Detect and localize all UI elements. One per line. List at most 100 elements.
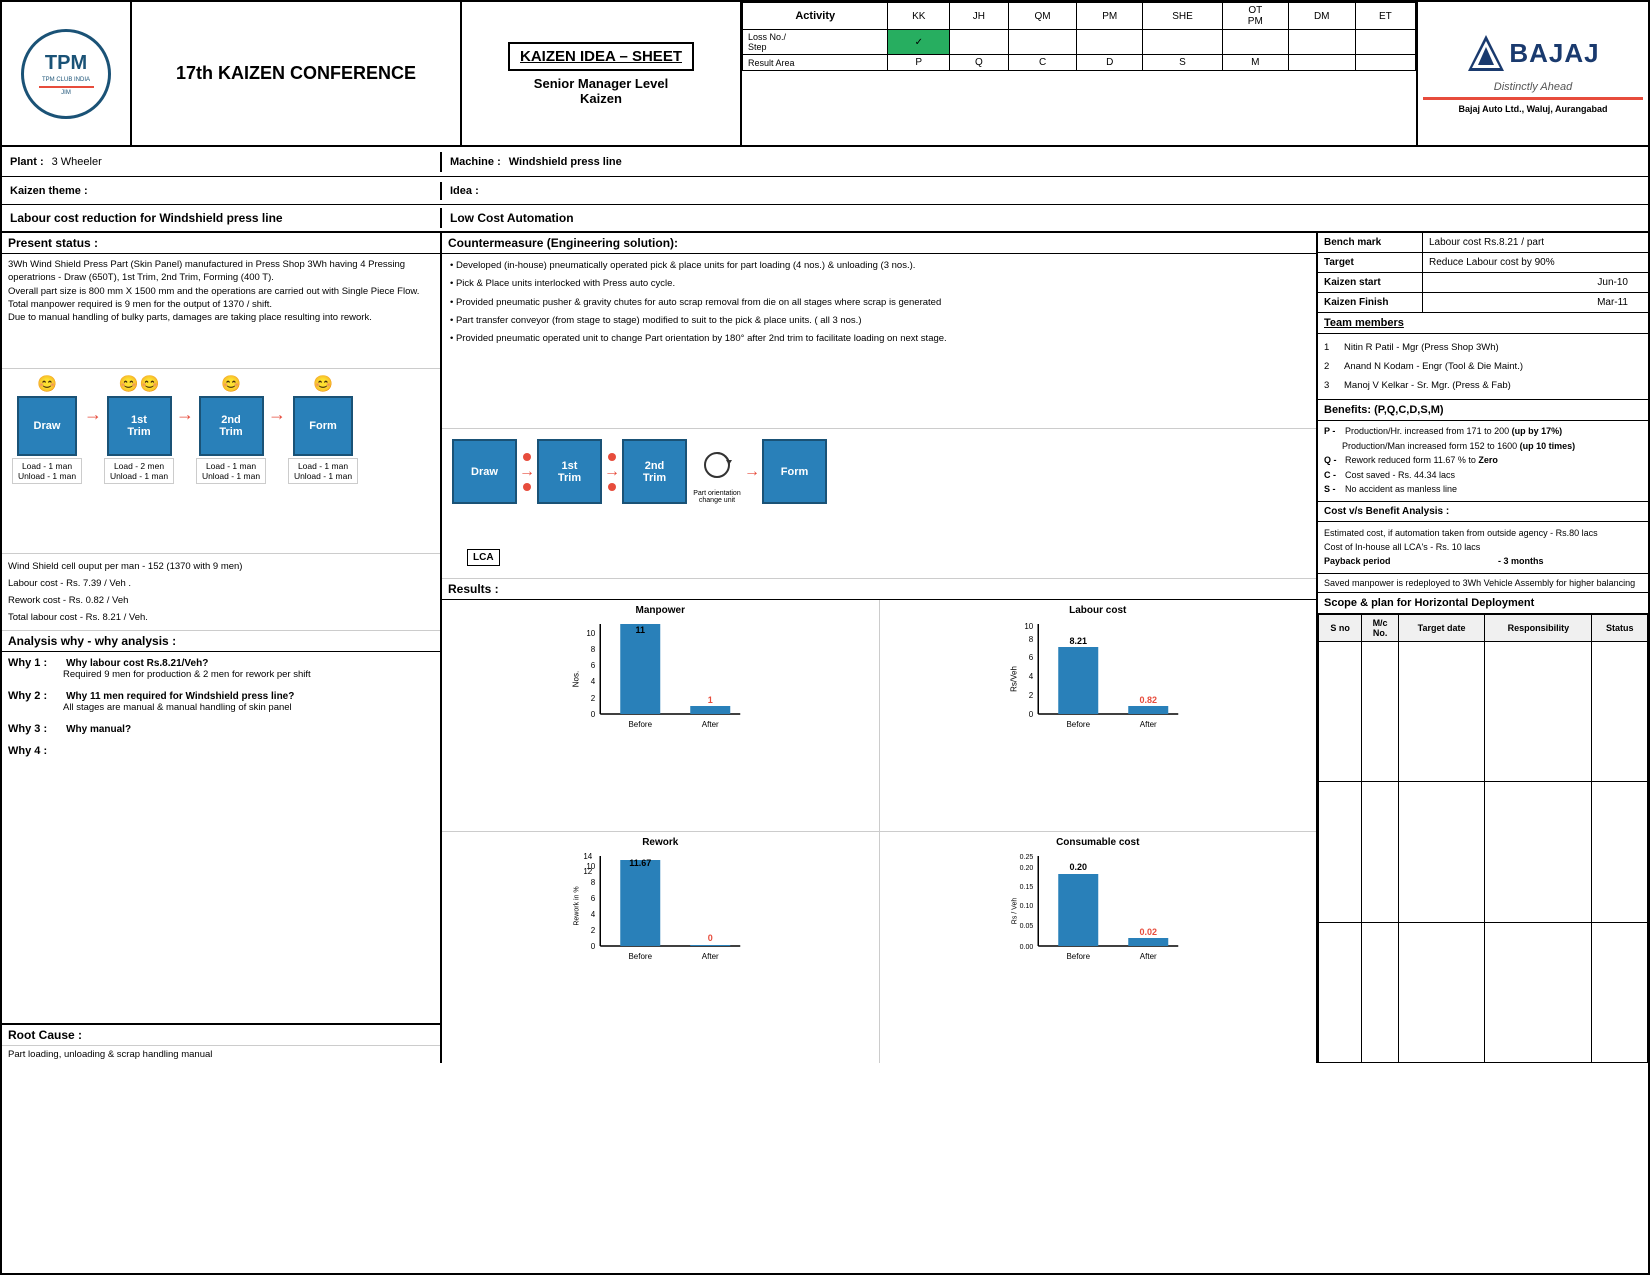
cost-analysis-content: Estimated cost, if automation taken from…: [1318, 522, 1648, 574]
svg-text:10: 10: [1024, 622, 1033, 631]
svg-text:4: 4: [1028, 672, 1033, 681]
benefit-s: S - No accident as manless line: [1324, 483, 1642, 497]
logo-circle: TPM TPM CLUB INDIA JIM: [21, 29, 111, 119]
svg-text:0: 0: [708, 933, 713, 943]
benefits-content: P - Production/Hr. increased from 171 to…: [1318, 421, 1648, 502]
y8: 8: [591, 645, 596, 654]
target-row: Target Reduce Labour cost by 90%: [1318, 253, 1648, 273]
flow-draw: 😊 Draw Load - 1 manUnload - 1 man: [12, 374, 82, 484]
scope-r3-target: [1398, 922, 1484, 1062]
machine-area: Machine : Windshield press line: [442, 152, 1648, 172]
benefit-c-letter: C -: [1324, 469, 1342, 483]
benefit-p-letter: P -: [1324, 425, 1342, 439]
mp-after-label: After: [702, 720, 719, 729]
team-members-list: 1 Nitin R Patil - Mgr (Press Shop 3Wh) 2…: [1318, 334, 1648, 400]
result-d: D: [1077, 55, 1143, 71]
theme-value: Labour cost reduction for Windshield pre…: [2, 208, 442, 228]
why2-a: All stages are manual & manual handling …: [63, 702, 434, 713]
left-section: Present status : 3Wh Wind Shield Press P…: [2, 233, 442, 1063]
charts-row1: Manpower 0 2 4 6 8 10 Nos.: [442, 600, 1316, 832]
svg-text:8.21: 8.21: [1069, 636, 1087, 646]
scope-row1: [1319, 641, 1648, 781]
team-header: Team members: [1318, 313, 1648, 334]
svg-text:8: 8: [591, 878, 596, 887]
after-form: Form: [762, 439, 827, 504]
machine-label: Machine :: [450, 156, 501, 168]
theme-content-row: Labour cost reduction for Windshield pre…: [2, 205, 1648, 233]
scope-r2-target: [1398, 782, 1484, 922]
after-flow: Draw → 1stTrim →: [442, 429, 1316, 579]
loss-dm: [1288, 30, 1355, 55]
flow-form: 😊 Form Load - 1 manUnload - 1 man: [288, 374, 358, 484]
result-p: P: [888, 55, 950, 71]
kaizen-start-row: Kaizen start Jun-10: [1318, 273, 1648, 293]
svg-text:0.00: 0.00: [1019, 944, 1033, 951]
why3: Why 3 : Why manual?: [8, 723, 434, 735]
svg-text:0.10: 0.10: [1019, 903, 1033, 910]
y6: 6: [591, 661, 596, 670]
bench-mark-row: Bench mark Labour cost Rs.8.21 / part: [1318, 233, 1648, 253]
svg-text:0.25: 0.25: [1019, 854, 1033, 861]
result-area-label: Result Area: [743, 55, 888, 71]
member-3: 3 Manoj V Kelkar - Sr. Mgr. (Press & Fab…: [1324, 376, 1642, 395]
scope-col-target: Target date: [1398, 614, 1484, 641]
metric-total: Total labour cost - Rs. 8.21 / Veh.: [8, 609, 434, 626]
manpower-chart: Manpower 0 2 4 6 8 10 Nos.: [442, 600, 880, 831]
flow-1trim: 😊😊 1stTrim Load - 2 menUnload - 1 man: [104, 374, 174, 484]
orientation-icon: [702, 440, 732, 490]
kaizen-label: Kaizen: [580, 91, 622, 106]
cm-point3: • Provided pneumatic pusher & gravity ch…: [450, 296, 1308, 310]
plant-label: Plant :: [10, 156, 44, 168]
smiley-form: 😊: [313, 374, 333, 394]
svg-text:After: After: [1139, 952, 1156, 961]
svg-text:0: 0: [1028, 710, 1033, 719]
root-cause-header: Root Cause :: [2, 1025, 440, 1046]
bajaj-logo-area: BAJAJ Distinctly Ahead Bajaj Auto Ltd., …: [1418, 2, 1648, 145]
payback-period: Payback period - 3 months: [1324, 554, 1642, 568]
scope-r2-status: [1592, 782, 1648, 922]
benefit-p: P - Production/Hr. increased from 171 to…: [1324, 425, 1642, 439]
bajaj-logo: BAJAJ: [1466, 33, 1599, 73]
after-draw: Draw: [452, 439, 517, 504]
why3-label: Why 3 :: [8, 723, 63, 735]
why4: Why 4 :: [8, 745, 434, 757]
col-et: ET: [1355, 3, 1415, 30]
activity-table-area: Activity KK JH QM PM SHE OTPM DM ET Loss…: [742, 2, 1418, 145]
svg-text:2: 2: [591, 926, 596, 935]
form-man: Load - 1 manUnload - 1 man: [288, 458, 358, 484]
idea-label: Idea :: [442, 182, 1648, 200]
loss-qm: [1008, 30, 1077, 55]
why2: Why 2 : Why 11 men required for Windshie…: [8, 690, 434, 713]
svg-text:0.82: 0.82: [1139, 695, 1157, 705]
1trim-man: Load - 2 menUnload - 1 man: [104, 458, 174, 484]
bajaj-text: BAJAJ: [1509, 38, 1599, 69]
cm-point1: • Developed (in-house) pneumatically ope…: [450, 259, 1308, 273]
cm-point5: • Provided pneumatic operated unit to ch…: [450, 332, 1308, 346]
mp-before-label: Before: [628, 720, 652, 729]
machine-value: Windshield press line: [509, 156, 622, 168]
rework-chart-title: Rework: [447, 837, 874, 848]
tpm-text: TPM: [45, 52, 87, 75]
manpower-chart-title: Manpower: [447, 605, 874, 616]
1trim-box: 1stTrim: [107, 396, 172, 456]
svg-text:14: 14: [583, 852, 592, 861]
scope-header: Scope & plan for Horizontal Deployment: [1318, 593, 1648, 614]
after-arrow3: →: [744, 463, 760, 481]
svg-text:Before: Before: [628, 952, 652, 961]
after-flow-row: Draw → 1stTrim →: [447, 434, 1311, 509]
loss-pm: [1077, 30, 1143, 55]
after-arrow1: →: [519, 453, 535, 491]
kaizen-finish-label: Kaizen Finish: [1318, 293, 1423, 312]
svg-text:0.05: 0.05: [1019, 923, 1033, 930]
after-arrow2: →: [604, 453, 620, 491]
y10: 10: [586, 629, 595, 638]
y0: 0: [591, 710, 596, 719]
why1: Why 1 : Why labour cost Rs.8.21/Veh? Req…: [8, 657, 434, 680]
result-blank1: [1288, 55, 1355, 71]
cost-line2: Cost of In-house all LCA's - Rs. 10 lacs: [1324, 540, 1642, 554]
benefit-s-text: No accident as manless line: [1345, 483, 1457, 497]
cm-point4: • Part transfer conveyor (from stage to …: [450, 314, 1308, 328]
svg-text:Rs/Veh: Rs/Veh: [1009, 666, 1018, 692]
benefit-p2: Production/Man increased form 152 to 160…: [1342, 440, 1642, 454]
after-2trim: 2ndTrim: [622, 439, 687, 504]
